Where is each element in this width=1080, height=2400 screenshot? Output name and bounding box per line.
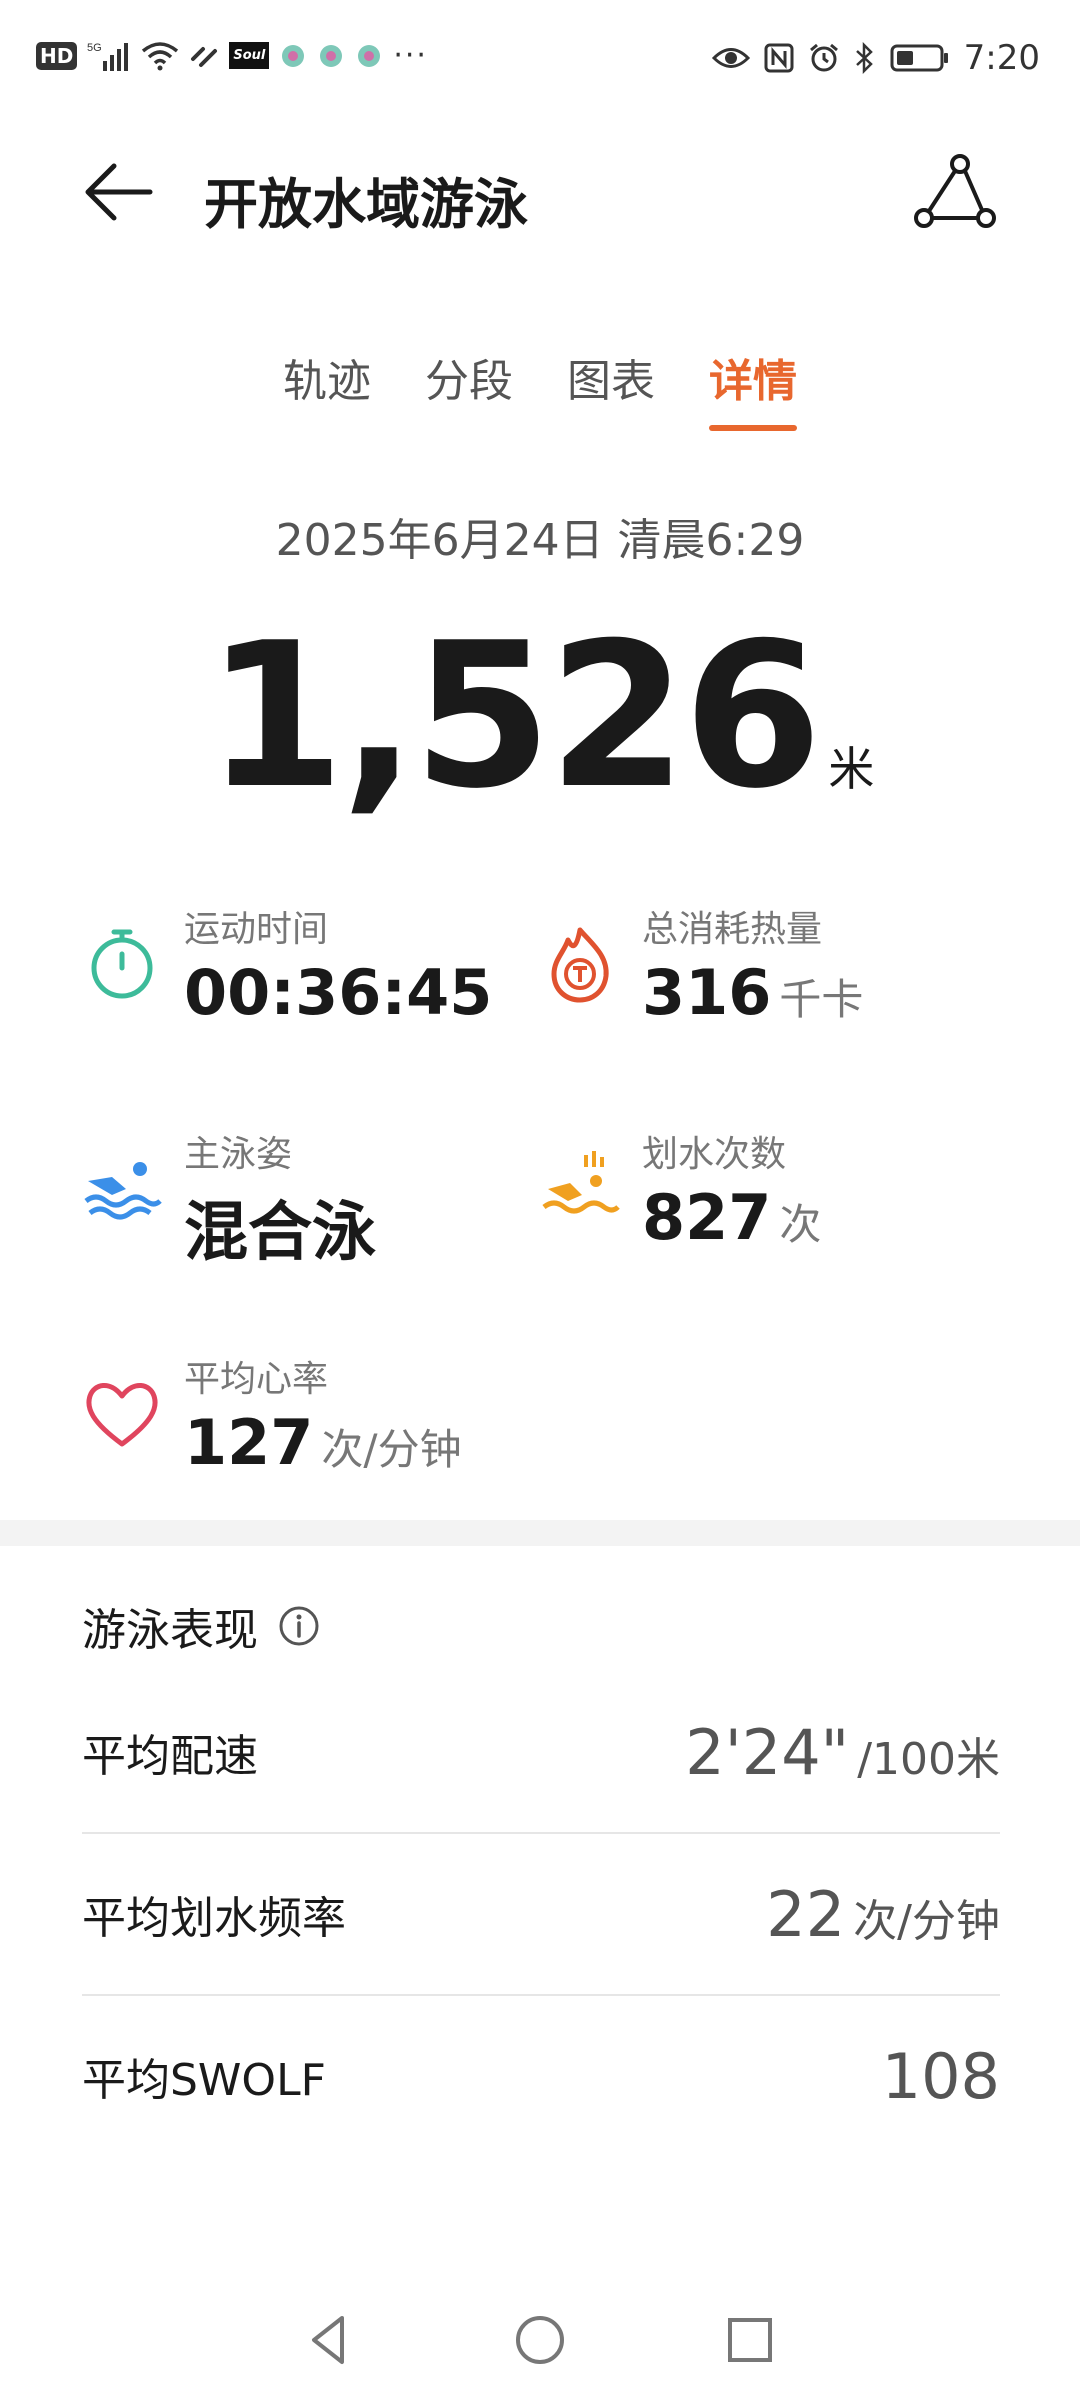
status-left: HD 5G Soul ··· xyxy=(36,38,428,73)
stroke-count-unit: 次 xyxy=(779,1200,822,1249)
stroke-rate-unit: 次/分钟 xyxy=(853,1895,1000,1947)
back-button[interactable] xyxy=(80,152,160,232)
heart-rate-label: 平均心率 xyxy=(184,1359,329,1400)
section-divider xyxy=(0,1520,1080,1546)
pace-value: 2'24" xyxy=(685,1715,850,1789)
tab-track[interactable]: 轨迹 xyxy=(283,345,371,427)
performance-title: 游泳表现 xyxy=(82,1605,258,1656)
duration-label: 运动时间 xyxy=(184,909,329,950)
status-right: 7:20 xyxy=(711,38,1040,78)
status-bar: HD 5G Soul ··· 7:20 xyxy=(0,0,1080,116)
metric-stroke-count: 划水次数 827 次 xyxy=(540,1125,821,1254)
metric-calories: 总消耗热量 316 千卡 xyxy=(540,900,863,1029)
nav-recents-button[interactable] xyxy=(720,2310,780,2370)
cellular-signal-icon: 5G xyxy=(87,39,131,73)
metric-stroke-type: 主泳姿 混合泳 xyxy=(82,1125,376,1273)
pace-unit: /100米 xyxy=(857,1733,1000,1785)
performance-row-pace: 平均配速 2'24"/100米 xyxy=(82,1672,1000,1834)
heart-rate-unit: 次/分钟 xyxy=(321,1425,462,1474)
nfc-icon xyxy=(764,43,794,73)
distance-summary: 1,526 米 xyxy=(0,600,1080,833)
workout-datetime: 2025年6月24日 清晨6:29 xyxy=(275,515,805,566)
more-notifications-icon: ··· xyxy=(393,38,428,73)
wifi-icon xyxy=(141,41,179,71)
link-icon xyxy=(189,41,219,71)
performance-row-swolf: 平均SWOLF 108 xyxy=(82,1996,1000,2156)
stroke-count-value: 827 xyxy=(642,1181,772,1254)
calories-unit: 千卡 xyxy=(779,975,864,1024)
stroke-rate-value: 22 xyxy=(766,1877,846,1951)
tab-charts[interactable]: 图表 xyxy=(567,345,655,427)
tab-bar: 轨迹 分段 图表 详情 xyxy=(0,345,1080,431)
app-notification-icon xyxy=(279,42,307,70)
app-bar: 开放水域游泳 xyxy=(0,140,1080,240)
performance-section-title: 游泳表现 xyxy=(82,1594,320,1658)
pace-label: 平均配速 xyxy=(82,1731,258,1782)
flame-icon xyxy=(551,927,609,1003)
calories-label: 总消耗热量 xyxy=(642,909,823,950)
swolf-label: 平均SWOLF xyxy=(82,2055,326,2106)
metric-heart-rate: 平均心率 127 次/分钟 xyxy=(82,1350,462,1479)
stroke-type-label: 主泳姿 xyxy=(184,1134,293,1175)
clock-time: 7:20 xyxy=(963,38,1040,78)
bluetooth-icon xyxy=(854,42,876,74)
nav-home-button[interactable] xyxy=(510,2310,570,2370)
arrow-left-icon xyxy=(85,163,153,221)
heart-icon xyxy=(86,1383,158,1447)
app-notification-icon xyxy=(355,42,383,70)
system-nav-bar xyxy=(0,2290,1080,2390)
stroke-count-label: 划水次数 xyxy=(642,1134,787,1175)
performance-row-stroke-rate: 平均划水频率 22 次/分钟 xyxy=(82,1834,1000,1996)
stroke-rate-label: 平均划水频率 xyxy=(82,1893,346,1944)
swimmer-icon xyxy=(84,1162,162,1220)
calories-value: 316 xyxy=(642,956,772,1029)
alarm-icon xyxy=(808,42,840,74)
hd-badge: HD xyxy=(36,41,78,70)
soul-app-icon: Soul xyxy=(229,42,270,69)
metric-duration: 运动时间 00:36:45 xyxy=(82,900,492,1029)
page-title: 开放水域游泳 xyxy=(204,173,528,236)
stroke-count-icon xyxy=(542,1151,620,1214)
tab-details[interactable]: 详情 xyxy=(709,345,797,431)
route-share-icon xyxy=(914,154,996,228)
distance-value: 1,526 xyxy=(205,600,823,833)
network-type-label: 5G xyxy=(87,42,102,54)
stroke-type-value: 混合泳 xyxy=(184,1196,376,1270)
duration-value: 00:36:45 xyxy=(184,956,493,1029)
distance-unit: 米 xyxy=(828,742,875,796)
heart-rate-value: 127 xyxy=(184,1406,314,1479)
info-icon[interactable] xyxy=(278,1605,320,1647)
route-share-button[interactable] xyxy=(910,152,1000,242)
eye-icon xyxy=(711,45,750,71)
battery-icon xyxy=(890,43,950,73)
tab-segments[interactable]: 分段 xyxy=(425,345,513,427)
nav-back-button[interactable] xyxy=(300,2310,360,2370)
stopwatch-icon xyxy=(91,929,153,999)
app-notification-icon xyxy=(317,42,345,70)
swolf-value: 108 xyxy=(881,2039,1000,2113)
